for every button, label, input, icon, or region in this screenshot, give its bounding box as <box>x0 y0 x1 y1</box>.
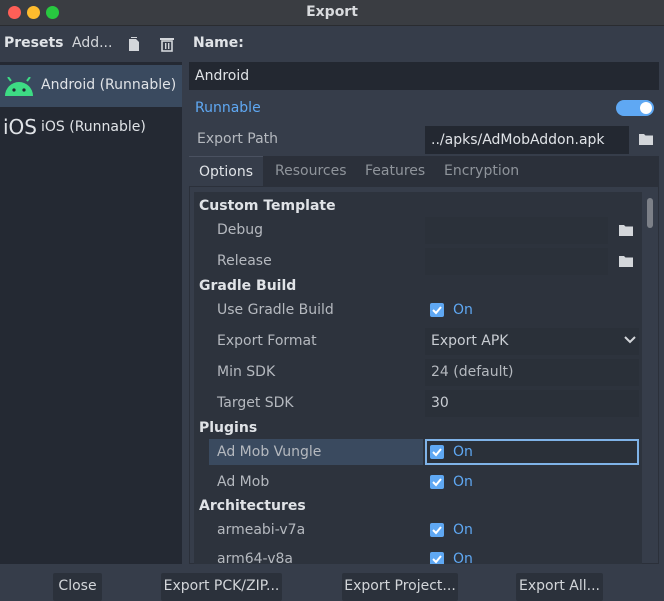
tab-encryption[interactable]: Encryption <box>434 156 529 186</box>
runnable-toggle[interactable] <box>616 100 654 116</box>
export-format-select[interactable]: Export APK <box>425 328 639 355</box>
presets-toolbar: Presets Add... <box>0 27 182 61</box>
section-custom-template: Custom Template <box>199 198 336 214</box>
options-clip: arm64-v8a On <box>194 546 642 564</box>
min-sdk-input[interactable]: 24 (default) <box>425 359 639 386</box>
tabs: Options Resources Features Encryption <box>189 156 659 186</box>
preset-name-input[interactable]: Android <box>189 62 659 90</box>
arm64-v8a-label: arm64-v8a <box>217 551 293 564</box>
checkmark-icon <box>432 478 442 487</box>
ad-mob-vungle-checkbox[interactable] <box>430 445 444 459</box>
debug-template-input[interactable] <box>425 217 608 244</box>
toggle-knob <box>640 102 652 114</box>
preset-list: Android (Runnable) iOS iOS (Runnable) <box>0 62 182 564</box>
preset-item-android[interactable]: Android (Runnable) <box>0 65 182 107</box>
min-sdk-label: Min SDK <box>217 364 276 380</box>
release-label: Release <box>217 253 272 269</box>
ad-mob-value: On <box>453 474 473 490</box>
export-project-button[interactable]: Export Project... <box>342 573 458 601</box>
export-path-label: Export Path <box>197 131 279 147</box>
use-gradle-build-label: Use Gradle Build <box>217 302 334 318</box>
section-architectures: Architectures <box>199 498 306 514</box>
section-gradle-build: Gradle Build <box>199 278 297 294</box>
preset-item-label: Android (Runnable) <box>41 77 177 93</box>
ad-mob-vungle-label: Ad Mob Vungle <box>217 444 322 460</box>
ad-mob-vungle-value: On <box>453 444 473 460</box>
folder-icon <box>619 256 633 267</box>
tab-options[interactable]: Options <box>189 156 264 186</box>
debug-template-browse-button[interactable] <box>615 219 637 241</box>
close-button[interactable]: Close <box>53 573 102 601</box>
section-plugins: Plugins <box>199 420 258 436</box>
arm64-v8a-checkbox[interactable] <box>430 552 444 564</box>
window-title: Export <box>306 4 358 20</box>
preset-item-ios[interactable]: iOS iOS (Runnable) <box>0 107 182 149</box>
release-template-browse-button[interactable] <box>615 250 637 272</box>
release-template-input[interactable] <box>425 248 608 275</box>
options-scrollbar[interactable] <box>647 198 653 228</box>
export-path-input[interactable]: ../apks/AdMobAddon.apk <box>425 126 629 154</box>
use-gradle-build-value: On <box>453 302 473 318</box>
checkmark-icon <box>432 448 442 457</box>
armeabi-v7a-checkbox[interactable] <box>430 523 444 537</box>
armeabi-v7a-label: armeabi-v7a <box>217 522 306 538</box>
use-gradle-build-checkbox[interactable] <box>430 303 444 317</box>
add-preset-button[interactable]: Add... <box>72 35 112 51</box>
export-format-label: Export Format <box>217 333 317 349</box>
trash-icon[interactable] <box>159 36 175 52</box>
arm64-v8a-value: On <box>453 551 473 564</box>
tab-features[interactable]: Features <box>355 156 435 186</box>
export-all-button[interactable]: Export All... <box>516 573 603 601</box>
checkmark-icon <box>432 306 442 315</box>
export-path-browse-button[interactable] <box>635 128 657 150</box>
presets-label: Presets <box>4 35 64 51</box>
duplicate-icon[interactable] <box>127 36 141 52</box>
debug-label: Debug <box>217 222 264 238</box>
folder-icon <box>639 134 653 145</box>
title-bar: Export <box>0 0 664 26</box>
name-label: Name: <box>193 35 244 51</box>
runnable-label: Runnable <box>195 100 261 116</box>
ad-mob-checkbox[interactable] <box>430 475 444 489</box>
ios-text-icon: iOS <box>3 115 37 139</box>
tab-resources[interactable]: Resources <box>265 156 357 186</box>
chevron-down-icon <box>624 336 636 344</box>
preset-item-label: iOS (Runnable) <box>41 119 146 135</box>
checkmark-icon <box>432 555 442 564</box>
checkmark-icon <box>432 526 442 535</box>
android-icon <box>5 77 33 96</box>
folder-icon <box>619 225 633 236</box>
ad-mob-label: Ad Mob <box>217 474 270 490</box>
target-sdk-input[interactable]: 30 <box>425 390 639 417</box>
export-pck-zip-button[interactable]: Export PCK/ZIP... <box>161 573 282 601</box>
armeabi-v7a-value: On <box>453 522 473 538</box>
target-sdk-label: Target SDK <box>217 395 294 411</box>
